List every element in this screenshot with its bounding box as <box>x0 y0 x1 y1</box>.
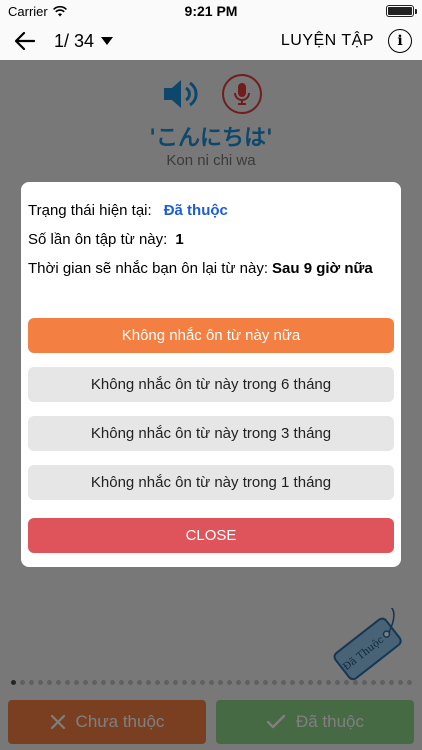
reminder-label: Thời gian sẽ nhắc bạn ôn lại từ này: <box>28 260 269 277</box>
arrow-left-icon <box>15 32 35 50</box>
status-line: Trạng thái hiện tại: Đã thuộc <box>28 202 228 219</box>
status-value: Đã thuộc <box>163 202 228 219</box>
never-remind-button[interactable]: Không nhắc ôn từ này nữa <box>28 318 394 353</box>
word-counter-dropdown[interactable]: 1/ 34 <box>54 31 114 52</box>
practice-button[interactable]: LUYỆN TẬP <box>281 32 374 50</box>
skip-1-month-button[interactable]: Không nhắc ôn từ này trong 1 tháng <box>28 465 394 500</box>
info-icon: i <box>397 33 403 49</box>
reminder-line: Thời gian sẽ nhắc bạn ôn lại từ này: Sau … <box>28 259 388 279</box>
status-right <box>386 5 417 17</box>
caret-down-icon <box>101 37 114 45</box>
skip-3-months-button[interactable]: Không nhắc ôn từ này trong 3 tháng <box>28 416 394 451</box>
skip-6-months-button[interactable]: Không nhắc ôn từ này trong 6 tháng <box>28 367 394 402</box>
battery-icon <box>386 5 417 17</box>
reminder-value: Sau 9 giờ nữa <box>272 260 373 277</box>
word-counter: 1/ 34 <box>54 30 95 51</box>
back-button[interactable] <box>10 26 40 56</box>
review-count-label: Số lần ôn tập từ này: <box>28 231 168 248</box>
status-time: 9:21 PM <box>184 3 238 19</box>
status-bar: Carrier 9:21 PM <box>0 0 422 22</box>
nav-bar: 1/ 34 LUYỆN TẬP i <box>0 22 422 60</box>
close-button[interactable]: CLOSE <box>28 518 394 553</box>
review-count-line: Số lần ôn tập từ này: 1 <box>28 231 184 248</box>
status-label: Trạng thái hiện tại: <box>28 202 152 219</box>
review-count-value: 1 <box>175 231 184 248</box>
info-button[interactable]: i <box>388 29 412 53</box>
